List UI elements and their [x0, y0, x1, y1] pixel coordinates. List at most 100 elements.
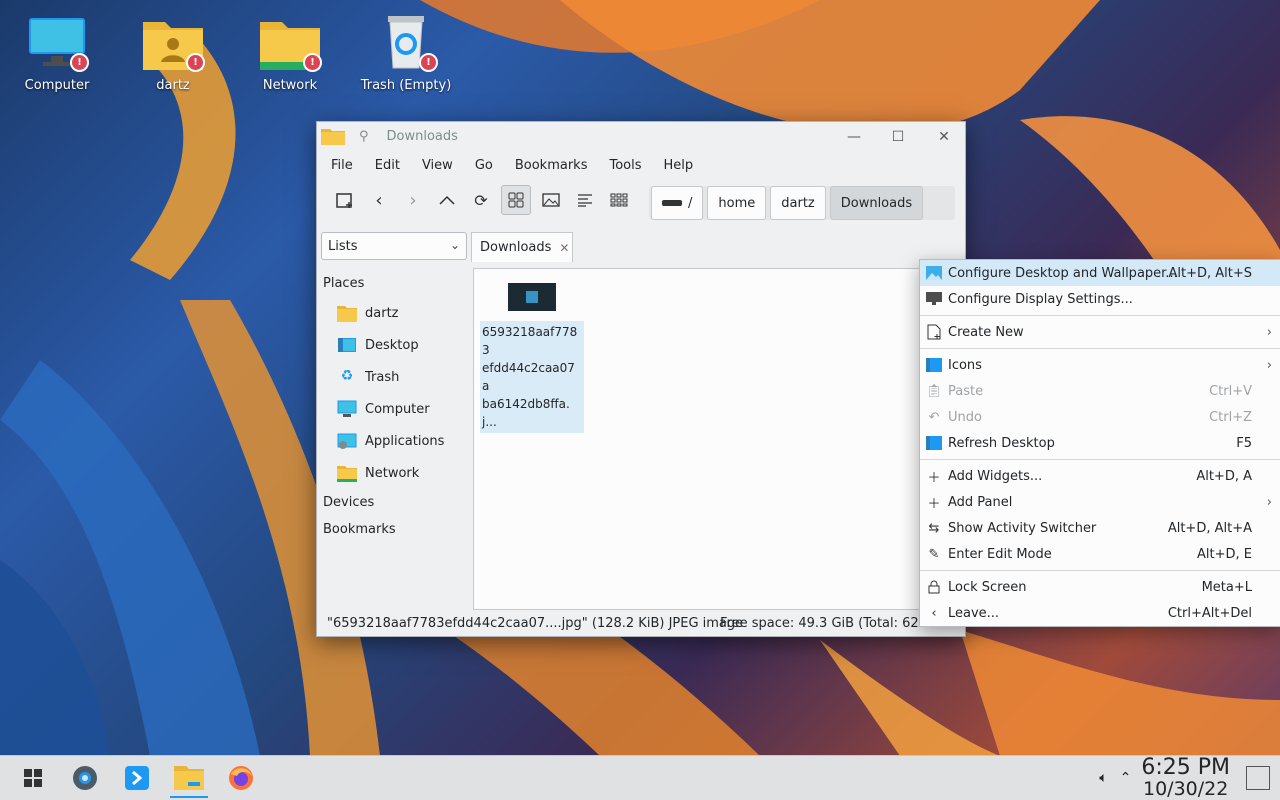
details-view-button[interactable]	[571, 186, 599, 214]
desktop-icon-dartz[interactable]: ! dartz	[123, 10, 223, 93]
place-label: Computer	[365, 401, 430, 417]
taskbar-discover[interactable]	[118, 759, 156, 797]
place-desktop[interactable]: Desktop	[317, 329, 471, 361]
desktop-icon-computer[interactable]: ! Computer	[7, 10, 107, 93]
menu-item-shortcut: Ctrl+V	[1209, 383, 1252, 399]
file-name-line: 6593218aaf7783	[482, 325, 578, 357]
menu-item-label: Show Activity Switcher	[948, 520, 1097, 536]
free-space-status: Free space: 49.3 GiB (Total: 62.7 G	[720, 615, 946, 631]
menu-item-shortcut: Meta+L	[1201, 579, 1252, 595]
menu-item-label: Undo	[948, 409, 982, 425]
forward-button[interactable]: ›	[399, 186, 427, 214]
taskbar-file-manager[interactable]	[170, 758, 208, 798]
drive-icon	[662, 200, 682, 206]
menu-view[interactable]: View	[422, 158, 453, 173]
menu-item-refresh-desktop[interactable]: Refresh Desktop F5	[920, 430, 1280, 456]
windows-logo-icon	[24, 769, 42, 787]
place-network[interactable]: Network	[317, 457, 471, 489]
menu-help[interactable]: Help	[664, 158, 694, 173]
file-item[interactable]: 6593218aaf7783 efdd44c2caa07a ba6142db8f…	[480, 279, 584, 433]
menu-item-create-new[interactable]: Create New ›	[920, 319, 1280, 345]
menu-item-configure-display[interactable]: Configure Display Settings...	[920, 286, 1280, 312]
show-desktop-button[interactable]	[1246, 766, 1270, 790]
start-menu-button[interactable]	[14, 759, 52, 797]
place-label: dartz	[365, 305, 399, 321]
tab-downloads[interactable]: Downloads ✕	[471, 232, 573, 262]
plus-icon: ＋	[927, 470, 941, 486]
chevron-up-icon[interactable]: ⌃	[1120, 770, 1132, 786]
file-manager-window: ⚲ Downloads — ☐ ✕ File Edit View Go Book…	[316, 121, 966, 637]
menu-item-shortcut: Ctrl+Alt+Del	[1167, 605, 1252, 621]
desktop-icon-network[interactable]: ! Network	[240, 10, 340, 93]
menu-edit[interactable]: Edit	[375, 158, 400, 173]
menu-item-label: Create New	[948, 324, 1024, 340]
place-applications[interactable]: Applications	[317, 425, 471, 457]
clock[interactable]: 6:25 PM 10/30/22	[1141, 757, 1230, 800]
menu-item-leave[interactable]: ‹ Leave... Ctrl+Alt+Del	[920, 600, 1280, 626]
system-tray: 🔈︎ ⌃ 6:25 PM 10/30/22	[1099, 756, 1280, 800]
place-dartz[interactable]: dartz	[317, 297, 471, 329]
breadcrumb-home[interactable]: home	[707, 186, 767, 220]
place-trash[interactable]: ♻ Trash	[317, 361, 471, 393]
minimize-button[interactable]: —	[843, 126, 865, 148]
up-button[interactable]	[433, 186, 461, 214]
menu-item-add-widgets[interactable]: ＋ Add Widgets... Alt+D, A	[920, 463, 1280, 489]
menu-item-activity-switcher[interactable]: ⇆ Show Activity Switcher Alt+D, Alt+A	[920, 515, 1280, 541]
bookmarks-header[interactable]: Bookmarks	[317, 516, 471, 543]
menu-item-icons[interactable]: Icons ›	[920, 352, 1280, 378]
back-button[interactable]: ‹	[365, 186, 393, 214]
volume-icon[interactable]: 🔈︎	[1099, 770, 1107, 786]
new-tab-button[interactable]	[331, 186, 359, 214]
breadcrumb-dartz[interactable]: dartz	[770, 186, 826, 220]
close-tab-icon[interactable]: ✕	[559, 241, 569, 255]
breadcrumb-root[interactable]: /	[651, 186, 704, 220]
chevron-left-icon: ‹	[375, 189, 383, 211]
plus-icon: ＋	[927, 496, 941, 512]
menu-item-configure-desktop[interactable]: Configure Desktop and Wallpaper... Alt+D…	[920, 260, 1280, 286]
menu-item-lock-screen[interactable]: Lock Screen Meta+L	[920, 574, 1280, 600]
menu-go[interactable]: Go	[475, 158, 493, 173]
place-label: Applications	[365, 433, 445, 449]
breadcrumb-downloads[interactable]: Downloads	[829, 186, 924, 220]
places-panel: Places dartz Desktop ♻ Trash Computer Ap…	[317, 270, 471, 543]
selection-status: "6593218aaf7783efdd44c2caa07....jpg" (12…	[327, 615, 744, 631]
devices-header[interactable]: Devices	[317, 489, 471, 516]
desktop-icon	[926, 357, 942, 373]
menu-item-label: Add Widgets...	[948, 468, 1043, 484]
menu-bookmarks[interactable]: Bookmarks	[515, 158, 588, 173]
pin-icon[interactable]: ⚲	[359, 129, 369, 144]
desktop-context-menu: Configure Desktop and Wallpaper... Alt+D…	[919, 259, 1280, 627]
menu-item-edit-mode[interactable]: ✎ Enter Edit Mode Alt+D, E	[920, 541, 1280, 567]
close-button[interactable]: ✕	[933, 126, 955, 148]
menubar: File Edit View Go Bookmarks Tools Help	[317, 150, 965, 180]
places-panel-select[interactable]: Lists ⌄	[321, 232, 467, 260]
menu-tools[interactable]: Tools	[609, 158, 641, 173]
chevron-right-icon: ›	[1266, 357, 1272, 373]
image-icon	[542, 193, 560, 207]
menu-item-add-panel[interactable]: ＋ Add Panel ›	[920, 489, 1280, 515]
window-title: Downloads	[386, 128, 458, 144]
maximize-button[interactable]: ☐	[887, 126, 909, 148]
window-titlebar[interactable]: ⚲ Downloads — ☐ ✕	[317, 122, 965, 150]
compact-view-button[interactable]	[605, 186, 633, 214]
preview-button[interactable]	[537, 186, 565, 214]
menu-item-undo[interactable]: ↶ Undo Ctrl+Z	[920, 404, 1280, 430]
menu-item-paste[interactable]: 📋︎ Paste Ctrl+V	[920, 378, 1280, 404]
place-computer[interactable]: Computer	[317, 393, 471, 425]
file-name-line: ba6142db8ffa.j...	[482, 397, 570, 429]
taskbar-firefox[interactable]	[222, 759, 260, 797]
menu-item-shortcut: Alt+D, Alt+S	[1168, 265, 1252, 281]
menu-item-label: Leave...	[948, 605, 1000, 621]
reload-button[interactable]: ⟳	[467, 186, 495, 214]
taskbar-system-settings[interactable]	[66, 759, 104, 797]
icons-view-button[interactable]	[501, 185, 531, 215]
discover-store-icon	[125, 766, 149, 790]
menu-item-label: Configure Desktop and Wallpaper...	[948, 265, 1178, 281]
desktop-icon-trash[interactable]: ! Trash (Empty)	[356, 10, 456, 93]
menu-item-label: Add Panel	[948, 494, 1013, 510]
desktop-icon-label: dartz	[156, 78, 190, 93]
menu-file[interactable]: File	[331, 158, 353, 173]
warning-badge-icon: !	[419, 53, 438, 72]
select-value: Lists	[328, 238, 358, 254]
file-view[interactable]: 6593218aaf7783 efdd44c2caa07a ba6142db8f…	[473, 268, 965, 610]
